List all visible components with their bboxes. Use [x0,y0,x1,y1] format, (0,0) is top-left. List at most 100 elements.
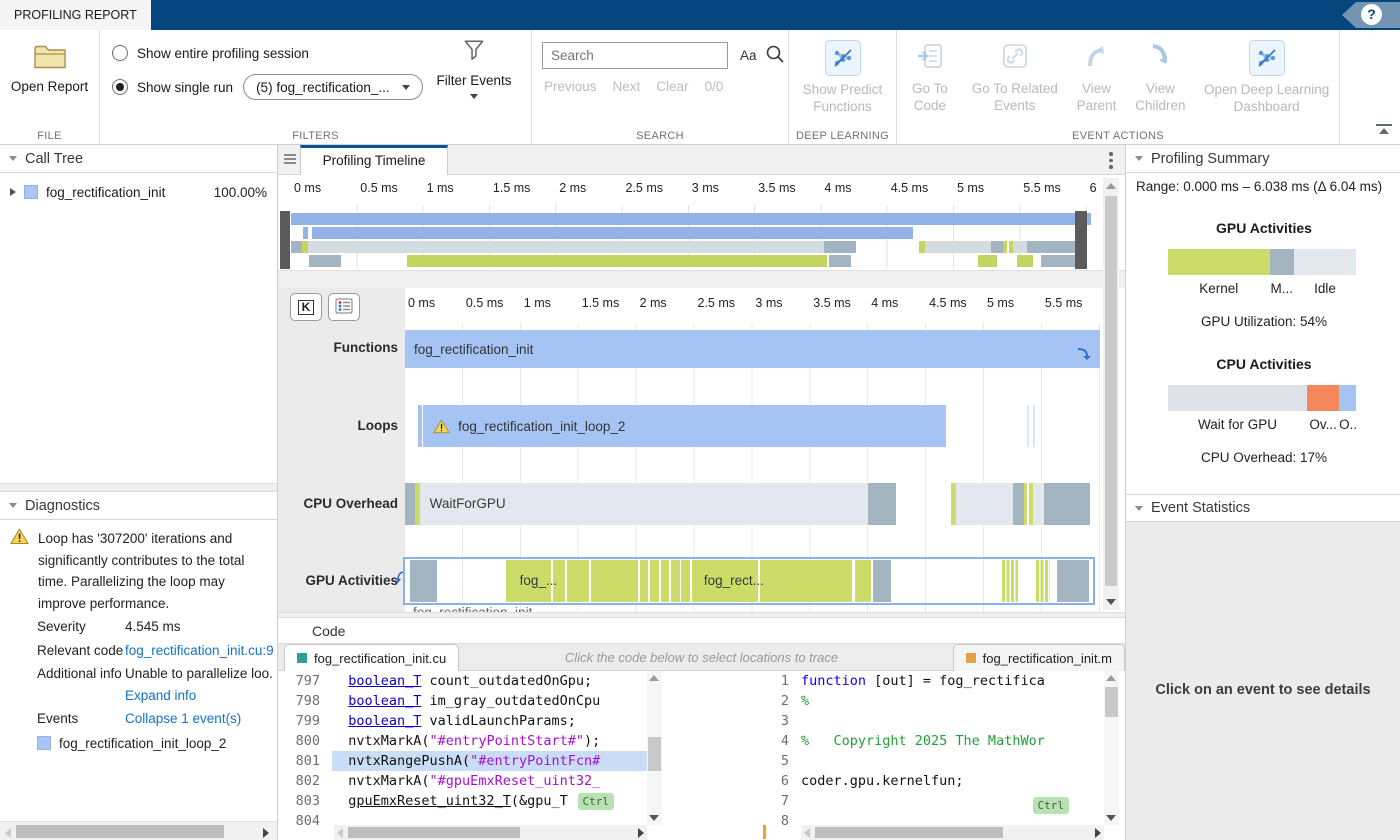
scroll-down-icon[interactable] [649,815,659,821]
panel-menu-icon[interactable] [284,154,296,166]
scrollbar-thumb[interactable] [648,737,661,771]
panel-splitter[interactable] [0,483,277,492]
relevant-code-link[interactable]: fog_rectification_init.cu:9 [125,643,273,658]
profiling-summary-header[interactable]: Profiling Summary [1126,145,1400,173]
loops-bar[interactable]: fog_rectification_init_loop_2 [423,405,946,447]
code-line[interactable]: 798 boolean_T im_gray_outdatedOnCpu [284,691,647,711]
additional-info-value: Unable to parallelize loo. [125,663,273,685]
scrollbar-thumb[interactable] [815,827,1003,838]
scrollbar-thumb[interactable] [1105,196,1117,586]
code-line[interactable]: 3 [763,711,1104,731]
open-report-button[interactable]: Open Report [0,30,99,122]
search-clear-button[interactable]: Clear [656,79,688,94]
overview-gap [278,270,1125,288]
view-children-button[interactable]: View Children [1126,30,1194,122]
collapse-events-link[interactable]: Collapse 1 event(s) [125,711,241,726]
timeline-kebab-menu[interactable] [1109,152,1113,172]
cpu-overhead-bar[interactable]: WaitForGPU [420,483,868,525]
event-statistics-header[interactable]: Event Statistics [1126,494,1400,522]
gpu-segment[interactable] [410,560,437,602]
scroll-right-icon[interactable] [638,828,644,838]
scroll-left-icon[interactable] [5,828,11,838]
code-line[interactable]: 2% [763,691,1104,711]
gpu-segment[interactable] [1036,560,1050,602]
code-line[interactable]: 6coder.gpu.kernelfun; [763,771,1104,791]
help-button[interactable]: ? [1361,4,1382,25]
m-hscrollbar[interactable] [801,825,1104,840]
code-line[interactable]: 797 boolean_T count_outdatedOnGpu; [284,671,647,691]
diagnostics-header[interactable]: Diagnostics [0,492,277,520]
scroll-down-icon[interactable] [1106,599,1116,605]
filter-events-button[interactable]: Filter Events [429,38,519,99]
jump-to-event-icon[interactable] [1076,346,1092,365]
scroll-left-icon[interactable] [337,828,343,838]
view-children-label-2: Children [1135,97,1185,114]
expand-icon[interactable] [10,188,16,196]
cu-hscrollbar[interactable] [334,825,647,840]
code-line[interactable]: 801 nvtxRangePushA("#entryPointFcn# [284,751,647,771]
scroll-right-icon[interactable] [263,828,269,838]
cpu-segment[interactable] [1024,483,1027,525]
scroll-left-icon[interactable] [804,828,810,838]
cu-code-editor[interactable]: 797 boolean_T count_outdatedOnGpu;798 bo… [284,671,662,840]
overview-right-handle[interactable] [1075,211,1087,269]
tab-profiling-timeline[interactable]: Profiling Timeline [300,145,448,175]
radio-show-entire[interactable] [112,45,128,61]
go-to-related-events-button[interactable]: Go To Related Events [963,30,1067,122]
scrollbar-thumb[interactable] [16,825,224,838]
expand-info-link[interactable]: Expand info [125,688,196,703]
diagnostic-event-item[interactable]: fog_rectification_init_loop_2 [37,733,273,755]
gpu-kernel-bar[interactable] [506,560,871,602]
gpu-segment[interactable] [1002,560,1018,602]
scroll-up-icon[interactable] [649,675,659,681]
match-case-button[interactable]: Aa [740,48,757,63]
cpu-segment[interactable] [868,483,896,525]
search-icon[interactable] [765,44,785,67]
m-vscrollbar[interactable] [1104,671,1119,825]
overview-left-handle[interactable] [280,211,290,269]
show-predict-functions-button[interactable]: Show Predict Functions [789,30,896,122]
loops-sliver[interactable] [418,405,422,447]
cpu-segment[interactable] [1044,483,1089,525]
go-to-code-button[interactable]: Go To Code [897,30,963,122]
scrollbar-thumb[interactable] [348,827,520,838]
search-previous-button[interactable]: Previous [544,79,597,94]
run-select-dropdown[interactable]: (5) fog_rectification_... [243,74,423,100]
code-line[interactable]: 802 nvtxMarkA("#gpuEmxReset_uint32_ [284,771,647,791]
functions-bar[interactable]: fog_rectification_init [405,330,1100,368]
scroll-down-icon[interactable] [1106,815,1116,821]
code-line[interactable]: 4% Copyright 2025 The MathWor [763,731,1104,751]
m-code-editor[interactable]: 1function [out] = fog_rectifica2%34% Cop… [763,671,1119,840]
cu-vscrollbar[interactable] [647,671,662,825]
tab-m-file[interactable]: fog_rectification_init.m [953,644,1125,671]
cpu-segment[interactable] [956,483,1013,525]
scroll-up-icon[interactable] [1106,675,1116,681]
tab-cu-file[interactable]: fog_rectification_init.cu [284,644,459,671]
search-input[interactable] [542,42,728,69]
gpu-segment[interactable] [873,560,892,602]
open-deep-learning-dashboard-button[interactable]: Open Deep Learning Dashboard [1194,30,1339,122]
code-line[interactable]: 1function [out] = fog_rectifica [763,671,1104,691]
legend-button[interactable] [328,293,360,321]
gpu-segment[interactable] [1057,560,1089,602]
kernel-markers-button[interactable]: K [290,293,322,321]
collapse-toolstrip-button[interactable] [1376,124,1392,136]
cpu-segment[interactable] [1013,483,1023,525]
call-tree-header[interactable]: Call Tree [0,145,277,173]
code-line[interactable]: 799 boolean_T validLaunchParams; [284,711,647,731]
jump-to-event-left-icon[interactable] [395,570,404,587]
code-line[interactable]: 800 nvtxMarkA("#entryPointStart#"); [284,731,647,751]
scrollbar-thumb[interactable] [1105,687,1118,717]
call-tree-item[interactable]: fog_rectification_init 100.00% [0,179,277,205]
view-parent-button[interactable]: View Parent [1067,30,1127,122]
radio-show-single[interactable] [112,79,128,95]
search-next-button[interactable]: Next [613,79,641,94]
scroll-right-icon[interactable] [1095,828,1101,838]
cpu-segment[interactable] [1033,483,1045,525]
left-hscrollbar[interactable] [0,821,277,840]
code-line[interactable]: 5 [763,751,1104,771]
scroll-up-icon[interactable] [1106,183,1116,189]
tab-profiling-report[interactable]: PROFILING REPORT [0,0,151,30]
timeline-vscrollbar[interactable] [1103,178,1119,610]
cpu-segment[interactable] [405,483,415,525]
